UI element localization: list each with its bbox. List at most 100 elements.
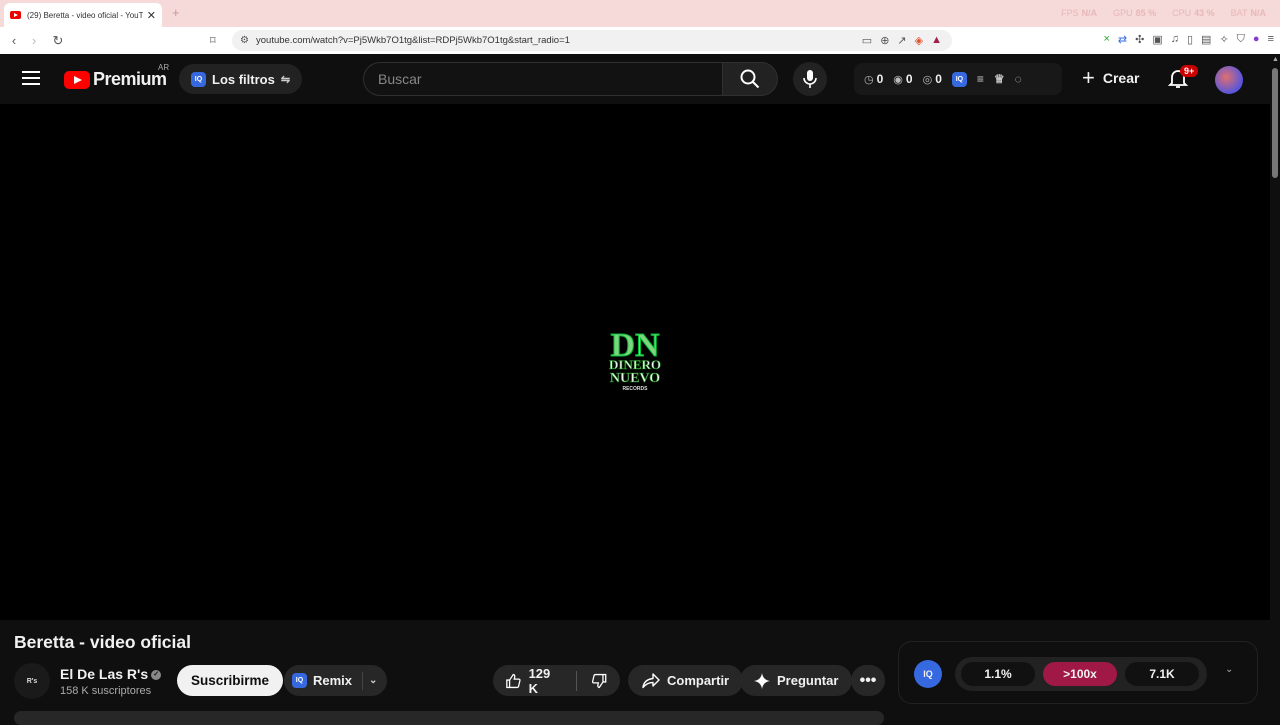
gpu-stat: GPU 85 % bbox=[1113, 8, 1157, 18]
eye-outline-icon: ◎ bbox=[922, 74, 933, 86]
logo-dinero: DINERO bbox=[609, 357, 661, 372]
extension-icons: × ⇄ ✣ ▣ ♫ ▯ ▤ ✧ ⛉ ● ≡ bbox=[1103, 33, 1274, 46]
page-scrollbar[interactable]: ▲ bbox=[1270, 54, 1280, 720]
extensions-icon[interactable]: ✣ bbox=[1135, 33, 1144, 46]
channel-avatar[interactable]: R's bbox=[14, 663, 50, 699]
iq-remix-icon: IQ bbox=[292, 673, 307, 688]
like-dislike-group: 129 K bbox=[493, 665, 620, 696]
chevron-down-icon[interactable]: ⌄ bbox=[369, 675, 377, 686]
forward-icon[interactable]: › bbox=[24, 33, 44, 48]
bookmark-icon[interactable]: ⌑ bbox=[210, 34, 216, 47]
translate-icon[interactable]: ⇄ bbox=[1118, 33, 1127, 46]
thumbs-up-icon[interactable] bbox=[505, 672, 522, 690]
youtube-header: Premium AR IQ Los filtros ⇋ Buscar ◷ 0 ◉ 0… bbox=[0, 54, 1270, 104]
remix-divider bbox=[362, 671, 364, 690]
logo-records: RECORDS bbox=[622, 386, 648, 392]
music-icon[interactable]: ♫ bbox=[1171, 33, 1179, 46]
wallet-icon[interactable]: ▤ bbox=[1201, 33, 1211, 46]
clock-icon: ◷ bbox=[864, 74, 874, 86]
iq-extension-icon[interactable]: IQ bbox=[951, 71, 967, 87]
trophy-icon[interactable]: ♕ bbox=[994, 72, 1005, 86]
filters-button[interactable]: IQ Los filtros ⇋ bbox=[179, 64, 303, 94]
filters-label: Los filtros bbox=[212, 71, 275, 87]
like-divider bbox=[575, 670, 577, 691]
new-tab-icon[interactable]: + bbox=[172, 5, 180, 20]
views-counter[interactable]: ◉ 0 bbox=[893, 72, 912, 86]
menu-icon[interactable]: ≡ bbox=[1268, 33, 1274, 46]
like-count[interactable]: 129 K bbox=[529, 666, 561, 696]
subscriber-count: 158 K suscriptores bbox=[60, 685, 152, 697]
description-box[interactable] bbox=[14, 711, 884, 725]
profile-icon[interactable]: ● bbox=[1253, 33, 1260, 46]
youtube-premium-logo[interactable]: Premium AR bbox=[64, 63, 169, 90]
search-input[interactable]: Buscar bbox=[363, 62, 723, 96]
scrollbar-thumb[interactable] bbox=[1272, 68, 1278, 178]
close-tab-icon[interactable]: ✕ bbox=[147, 9, 156, 22]
extension-counters: ◷ 0 ◉ 0 ◎ 0 IQ ≡ ♕ ◌ bbox=[854, 63, 1062, 95]
user-avatar[interactable] bbox=[1215, 66, 1243, 94]
create-label: Crear bbox=[1102, 70, 1140, 86]
logo-nuevo: NUEVO bbox=[610, 371, 660, 386]
country-code: AR bbox=[158, 63, 170, 72]
browser-tab[interactable]: (29) Beretta - video oficial - YouTube ✕ bbox=[4, 3, 162, 27]
clock-counter[interactable]: ◷ 0 bbox=[864, 72, 883, 86]
watched-counter[interactable]: ◎ 0 bbox=[923, 72, 942, 86]
scroll-up-icon[interactable]: ▲ bbox=[1272, 56, 1279, 63]
outlier-stat[interactable]: >100x bbox=[1043, 662, 1117, 686]
voice-search-button[interactable] bbox=[793, 62, 827, 96]
extension-x-icon[interactable]: × bbox=[1103, 33, 1109, 46]
channel-name-text: El De Las R's bbox=[60, 666, 149, 682]
create-button[interactable]: + Crear bbox=[1082, 65, 1140, 90]
back-icon[interactable]: ‹ bbox=[4, 33, 24, 48]
search-button[interactable] bbox=[722, 62, 778, 96]
velocity-stat[interactable]: 7.1K bbox=[1125, 662, 1199, 686]
browser-nav-bar: ‹ › ↻ ⌑ ⚙ youtube.com/watch?v=Pj5Wkb7O1t… bbox=[0, 27, 1280, 54]
logo-word: Premium bbox=[93, 69, 167, 89]
site-info-icon[interactable]: ⚙ bbox=[240, 35, 249, 46]
cast-icon[interactable]: ▭ bbox=[862, 34, 872, 47]
zoom-icon[interactable]: ⊕ bbox=[880, 34, 889, 47]
ai-icon[interactable]: ✧ bbox=[1219, 33, 1228, 46]
more-actions-button[interactable]: ••• bbox=[851, 665, 885, 696]
cpu-stat: CPU 43 % bbox=[1172, 8, 1215, 18]
stats-track: 1.1% >100x 7.1K bbox=[955, 657, 1207, 691]
tab-title: (29) Beretta - video oficial - YouTube bbox=[27, 10, 143, 20]
address-bar[interactable]: ⚙ youtube.com/watch?v=Pj5Wkb7O1tg&list=R… bbox=[232, 30, 952, 51]
microphone-icon bbox=[803, 70, 817, 88]
vpn-icon[interactable]: ⛉ bbox=[1237, 33, 1245, 46]
hamburger-menu-icon[interactable] bbox=[22, 71, 40, 85]
ask-button[interactable]: Preguntar bbox=[740, 665, 853, 696]
youtube-play-icon bbox=[64, 70, 90, 89]
remix-label: Remix bbox=[313, 673, 353, 688]
iq-stats-panel: IQ 1.1% >100x 7.1K ⌄ bbox=[898, 641, 1258, 704]
engagement-stat[interactable]: 1.1% bbox=[961, 662, 1035, 686]
share-page-icon[interactable]: ↗ bbox=[897, 34, 906, 47]
remix-button[interactable]: IQ Remix ⌄ bbox=[284, 665, 388, 696]
channel-name[interactable]: El De Las R's ✓ bbox=[60, 666, 162, 682]
brave-shield-icon[interactable]: ◈ bbox=[915, 34, 923, 47]
video-title: Beretta - video oficial bbox=[14, 632, 191, 652]
system-stats: FPS N/A GPU 85 % CPU 43 % BAT N/A bbox=[1061, 8, 1266, 18]
subscribe-button[interactable]: Suscribirme bbox=[177, 665, 284, 696]
battery-stat: BAT N/A bbox=[1230, 8, 1266, 18]
sidebar-icon[interactable]: ▯ bbox=[1187, 33, 1193, 46]
list-icon[interactable]: ≡ bbox=[977, 72, 984, 86]
share-button[interactable]: Compartir bbox=[628, 665, 744, 696]
eye-icon: ◉ bbox=[893, 74, 903, 86]
sparkle-icon bbox=[754, 672, 770, 689]
thumbs-down-icon[interactable] bbox=[591, 672, 608, 690]
share-icon bbox=[642, 672, 660, 688]
rewards-icon[interactable]: ▲ bbox=[931, 34, 942, 47]
url-text: youtube.com/watch?v=Pj5Wkb7O1tg&list=RDP… bbox=[256, 35, 570, 46]
chat-icon[interactable]: ◌ bbox=[1015, 72, 1022, 86]
expand-chevron-icon[interactable]: ⌄ bbox=[1225, 664, 1233, 675]
more-dots-icon: ••• bbox=[859, 671, 877, 689]
screenshot-icon[interactable]: ▣ bbox=[1152, 33, 1162, 46]
plus-icon: + bbox=[1082, 65, 1095, 90]
fps-stat: FPS N/A bbox=[1061, 8, 1098, 18]
iq-stats-icon[interactable]: IQ bbox=[914, 660, 942, 688]
sliders-icon: ⇋ bbox=[280, 73, 291, 86]
dinero-nuevo-records-logo: DN DINERO NUEVO RECORDS bbox=[609, 327, 662, 393]
reload-icon[interactable]: ↻ bbox=[48, 33, 68, 49]
address-bar-actions: ▭ ⊕ ↗ ◈ ▲ bbox=[862, 34, 942, 47]
